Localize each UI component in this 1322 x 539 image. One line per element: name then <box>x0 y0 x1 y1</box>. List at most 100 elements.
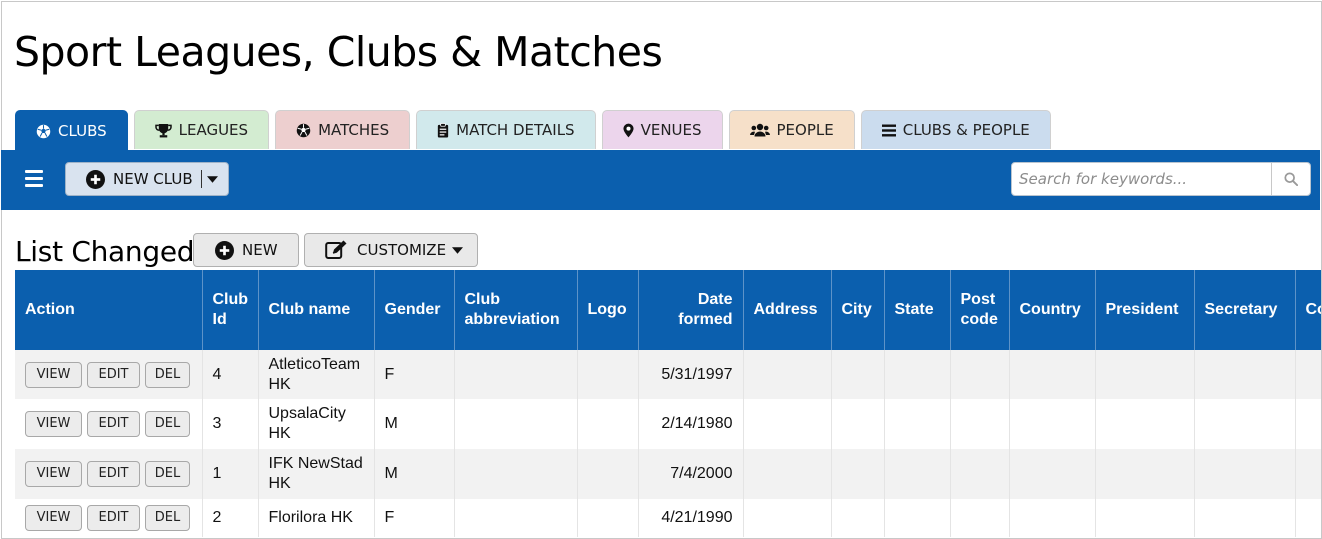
row-actions: VIEW EDIT DEL <box>15 449 203 499</box>
search-button[interactable] <box>1271 163 1310 195</box>
tab-label: CLUBS <box>58 122 107 140</box>
tab-label: PEOPLE <box>776 121 834 139</box>
edit-icon <box>325 240 349 260</box>
cell-secretary <box>1194 350 1296 399</box>
new-club-button[interactable]: NEW CLUB <box>66 163 193 195</box>
cell-club-name: AtleticoTeam HK <box>258 350 375 399</box>
edit-button[interactable]: EDIT <box>87 461 140 487</box>
cell-club-id: 4 <box>202 350 259 399</box>
column-header-more[interactable]: Co <box>1295 270 1321 350</box>
column-header-gender[interactable]: Gender <box>374 270 455 350</box>
clubs-table: Action Club Id Club name Gender Club abbrevi… <box>15 270 1321 537</box>
tab-venues[interactable]: VENUES <box>601 110 723 149</box>
tab-clubs[interactable]: CLUBS <box>15 110 128 151</box>
column-header-abbr[interactable]: Club abbreviation <box>454 270 578 350</box>
view-button[interactable]: VIEW <box>25 461 82 487</box>
cell-club-id: 3 <box>202 399 259 449</box>
cell-country <box>1009 499 1096 537</box>
cell-address <box>743 399 832 449</box>
cell-abbr <box>454 399 578 449</box>
row-actions: VIEW EDIT DEL <box>15 350 203 399</box>
cell-abbr <box>454 499 578 537</box>
row-actions: VIEW EDIT DEL <box>15 499 203 537</box>
column-header-city[interactable]: City <box>831 270 885 350</box>
cell-club-id: 2 <box>202 499 259 537</box>
tab-leagues[interactable]: LEAGUES <box>133 110 270 149</box>
plus-circle-icon <box>86 169 105 189</box>
cell-logo <box>577 449 639 499</box>
table-row: VIEW EDIT DEL 1 IFK NewStad HK M 7/4/2000 <box>15 449 1321 499</box>
menu-icon[interactable] <box>25 170 43 190</box>
cell-city <box>831 449 885 499</box>
view-button[interactable]: VIEW <box>25 411 82 437</box>
tab-clubs-and-people[interactable]: CLUBS & PEOPLE <box>860 110 1051 149</box>
cell-secretary <box>1194 499 1296 537</box>
cell-country <box>1009 449 1096 499</box>
column-header-address[interactable]: Address <box>743 270 832 350</box>
new-club-dropdown-toggle[interactable] <box>202 163 224 195</box>
column-header-secretary[interactable]: Secretary <box>1194 270 1296 350</box>
column-header-action[interactable]: Action <box>15 270 203 350</box>
trophy-icon <box>154 123 172 138</box>
cell-country <box>1009 399 1096 449</box>
cell-more <box>1295 499 1321 537</box>
search-input[interactable] <box>1012 163 1271 195</box>
clipboard-icon <box>437 122 449 138</box>
cell-more <box>1295 449 1321 499</box>
table-row: VIEW EDIT DEL 2 Florilora HK F 4/21/1990 <box>15 499 1321 537</box>
column-header-country[interactable]: Country <box>1009 270 1096 350</box>
plus-circle-icon <box>215 240 234 260</box>
column-header-post-code[interactable]: Post code <box>950 270 1010 350</box>
cell-date-formed: 4/21/1990 <box>638 499 744 537</box>
cell-post-code <box>950 449 1010 499</box>
list-title: List Changed <box>15 235 195 268</box>
delete-button[interactable]: DEL <box>145 361 190 388</box>
cell-more <box>1295 350 1321 399</box>
cell-club-id: 1 <box>202 449 259 499</box>
customize-button[interactable]: CUSTOMIZE <box>304 233 478 267</box>
cell-secretary <box>1194 449 1296 499</box>
cell-president <box>1095 399 1195 449</box>
cell-club-name: Florilora HK <box>258 499 375 537</box>
column-header-date-formed[interactable]: Date formed <box>638 270 744 350</box>
delete-button[interactable]: DEL <box>145 411 190 437</box>
search-box <box>1011 162 1311 196</box>
new-button[interactable]: NEW <box>193 233 299 267</box>
cell-gender: M <box>374 399 455 449</box>
column-header-club-id[interactable]: Club Id <box>202 270 259 350</box>
view-button[interactable]: VIEW <box>25 361 82 388</box>
cell-post-code <box>950 350 1010 399</box>
cell-post-code <box>950 499 1010 537</box>
cell-address <box>743 499 832 537</box>
cell-president <box>1095 449 1195 499</box>
column-header-club-name[interactable]: Club name <box>258 270 375 350</box>
tab-label: MATCH DETAILS <box>456 121 575 139</box>
caret-down-icon <box>452 246 464 254</box>
search-icon <box>1284 172 1298 186</box>
edit-button[interactable]: EDIT <box>87 411 140 437</box>
column-header-state[interactable]: State <box>884 270 951 350</box>
edit-button[interactable]: EDIT <box>87 505 140 531</box>
tab-label: CLUBS & PEOPLE <box>902 121 1030 139</box>
edit-button[interactable]: EDIT <box>87 361 140 388</box>
tab-matches[interactable]: MATCHES <box>275 110 411 149</box>
cell-address <box>743 350 832 399</box>
cell-logo <box>577 499 639 537</box>
page-title: Sport Leagues, Clubs & Matches <box>14 28 663 76</box>
delete-button[interactable]: DEL <box>145 505 190 531</box>
new-club-label: NEW CLUB <box>113 170 193 188</box>
delete-button[interactable]: DEL <box>145 461 190 487</box>
view-button[interactable]: VIEW <box>25 505 82 531</box>
row-actions: VIEW EDIT DEL <box>15 399 203 449</box>
tab-label: LEAGUES <box>178 121 249 139</box>
column-header-logo[interactable]: Logo <box>577 270 639 350</box>
cell-state <box>884 499 951 537</box>
table-row: VIEW EDIT DEL 4 AtleticoTeam HK F 5/31/1997 <box>15 350 1321 399</box>
tab-people[interactable]: PEOPLE <box>728 110 855 149</box>
tab-match-details[interactable]: MATCH DETAILS <box>416 110 596 149</box>
cell-secretary <box>1194 399 1296 449</box>
column-header-president[interactable]: President <box>1095 270 1195 350</box>
cell-gender: F <box>374 350 455 399</box>
soccer-ball-icon <box>36 124 51 139</box>
cell-state <box>884 449 951 499</box>
